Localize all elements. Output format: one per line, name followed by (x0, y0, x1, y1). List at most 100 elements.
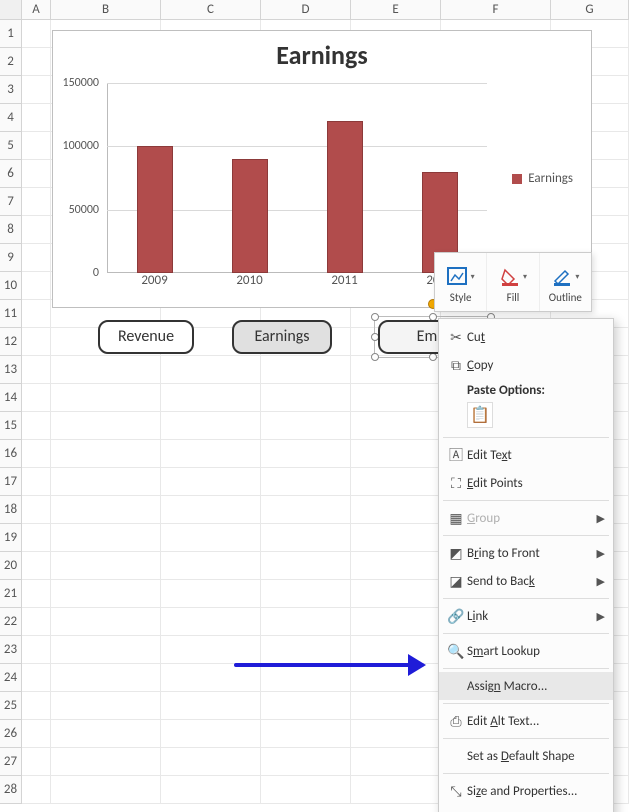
cell[interactable] (351, 356, 441, 384)
column-header[interactable]: F (441, 0, 551, 20)
cell[interactable] (161, 440, 261, 468)
bar-2010[interactable] (232, 159, 268, 273)
row-header[interactable]: 24 (0, 664, 22, 692)
cell[interactable] (22, 132, 51, 160)
outline-dropdown[interactable]: ▾ Outline (540, 253, 591, 311)
bar-2011[interactable] (327, 121, 363, 273)
resize-handle[interactable] (429, 353, 437, 361)
bar-2009[interactable] (137, 146, 173, 273)
menu-format-shape[interactable]: ◆ Format Shape... (439, 805, 613, 812)
cell[interactable] (22, 664, 51, 692)
cell[interactable] (351, 692, 441, 720)
cell[interactable] (22, 244, 51, 272)
cell[interactable] (261, 720, 351, 748)
cell[interactable] (22, 580, 51, 608)
cell[interactable] (261, 748, 351, 776)
cell[interactable] (351, 496, 441, 524)
menu-assign-macro[interactable]: Assign Macro... (439, 672, 613, 700)
row-header[interactable]: 6 (0, 160, 22, 188)
cell[interactable] (261, 552, 351, 580)
row-header[interactable]: 9 (0, 244, 22, 272)
cell[interactable] (261, 468, 351, 496)
shape-earnings-button[interactable]: Earnings (232, 320, 332, 354)
cell[interactable] (51, 748, 161, 776)
cell[interactable] (22, 636, 51, 664)
column-header[interactable]: G (551, 0, 629, 20)
cell[interactable] (161, 776, 261, 804)
cell[interactable] (22, 76, 51, 104)
cell[interactable] (51, 636, 161, 664)
cell[interactable] (22, 692, 51, 720)
row-header[interactable]: 14 (0, 384, 22, 412)
cell[interactable] (22, 496, 51, 524)
cell[interactable] (161, 692, 261, 720)
menu-smart-lookup[interactable]: 🔍 Smart Lookup (439, 637, 613, 665)
cell[interactable] (261, 384, 351, 412)
cell[interactable] (22, 300, 51, 328)
row-header[interactable]: 10 (0, 272, 22, 300)
cell[interactable] (351, 580, 441, 608)
cell[interactable] (22, 384, 51, 412)
cell[interactable] (161, 356, 261, 384)
cell[interactable] (22, 104, 51, 132)
column-header[interactable]: C (161, 0, 261, 20)
menu-edit-text[interactable]: 🄰 Edit Text (439, 441, 613, 469)
column-header[interactable]: E (351, 0, 441, 20)
style-dropdown[interactable]: ▾ Style (435, 253, 487, 311)
menu-bring-to-front[interactable]: ◩ Bring to Front ▶ (439, 539, 613, 567)
select-all-corner[interactable] (0, 0, 22, 20)
row-header[interactable]: 28 (0, 776, 22, 804)
row-header[interactable]: 16 (0, 440, 22, 468)
cell[interactable] (22, 48, 51, 76)
cell[interactable] (22, 412, 51, 440)
cell[interactable] (161, 412, 261, 440)
cell[interactable] (22, 524, 51, 552)
cell[interactable] (51, 692, 161, 720)
cell[interactable] (51, 524, 161, 552)
cell[interactable] (51, 496, 161, 524)
cell[interactable] (161, 496, 261, 524)
row-header[interactable]: 27 (0, 748, 22, 776)
cell[interactable] (51, 356, 161, 384)
row-header[interactable]: 26 (0, 720, 22, 748)
cell[interactable] (22, 216, 51, 244)
cell[interactable] (161, 580, 261, 608)
row-header[interactable]: 11 (0, 300, 22, 328)
cell[interactable] (22, 440, 51, 468)
menu-set-default-shape[interactable]: Set as Default Shape (439, 742, 613, 770)
menu-edit-points[interactable]: ⛶ Edit Points (439, 469, 613, 497)
cell[interactable] (161, 608, 261, 636)
resize-handle[interactable] (371, 313, 379, 321)
column-header[interactable]: B (51, 0, 161, 20)
cell[interactable] (261, 440, 351, 468)
cell[interactable] (51, 608, 161, 636)
cell[interactable] (161, 720, 261, 748)
menu-cut[interactable]: ✂ Cut (439, 323, 613, 351)
menu-size-properties[interactable]: ⤡ Size and Properties... (439, 777, 613, 805)
menu-edit-alt-text[interactable]: ⎙ Edit Alt Text... (439, 707, 613, 735)
cell[interactable] (351, 608, 441, 636)
cell[interactable] (22, 608, 51, 636)
row-header[interactable]: 5 (0, 132, 22, 160)
cell[interactable] (22, 720, 51, 748)
cell[interactable] (22, 20, 51, 48)
cell[interactable] (351, 720, 441, 748)
cell[interactable] (351, 412, 441, 440)
menu-link[interactable]: 🔗 Link ▶ (439, 602, 613, 630)
row-header[interactable]: 21 (0, 580, 22, 608)
cell[interactable] (22, 776, 51, 804)
row-header[interactable]: 23 (0, 636, 22, 664)
cell[interactable] (351, 440, 441, 468)
cell[interactable] (261, 412, 351, 440)
cell[interactable] (51, 412, 161, 440)
cell[interactable] (351, 468, 441, 496)
cell[interactable] (51, 552, 161, 580)
cell[interactable] (51, 468, 161, 496)
cell[interactable] (261, 524, 351, 552)
row-header[interactable]: 18 (0, 496, 22, 524)
cell[interactable] (22, 272, 51, 300)
row-header[interactable]: 1 (0, 20, 22, 48)
row-header[interactable]: 2 (0, 48, 22, 76)
cell[interactable] (351, 552, 441, 580)
row-header[interactable]: 4 (0, 104, 22, 132)
